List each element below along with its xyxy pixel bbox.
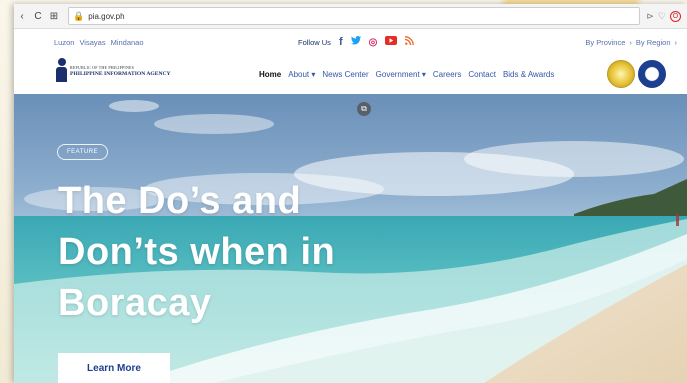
headline-line-1: The Do’s and [58, 180, 302, 222]
pia-logo-figure [56, 58, 67, 82]
learn-more-button[interactable]: Learn More [58, 353, 170, 383]
main-navigation: Home About ▾ News Center Government ▾ Ca… [259, 70, 554, 79]
chevron-right-icon: › [629, 38, 632, 47]
government-seal-icon[interactable] [638, 60, 666, 88]
site-header: REPUBLIC OF THE PHILIPPINES PHILIPPINE I… [14, 52, 687, 94]
by-province-link[interactable]: By Province [585, 38, 625, 47]
philippine-seal-icon[interactable] [607, 60, 635, 88]
browser-window: ‹ C ⊞ 🔒 pia.gov.ph ⊳ ♡ O Luzon Visayas M… [14, 4, 687, 383]
gallery-icon[interactable]: ⧉ [357, 102, 371, 116]
region-link-visayas[interactable]: Visayas [79, 38, 105, 47]
address-bar[interactable]: 🔒 pia.gov.ph [68, 7, 641, 25]
lock-icon: 🔒 [73, 10, 85, 21]
back-arrow-icon[interactable]: ‹ [14, 11, 30, 22]
headline-line-2: Don’ts when in [58, 231, 336, 273]
rss-icon[interactable] [405, 36, 415, 48]
logo-main-text: PHILIPPINE INFORMATION AGENCY [70, 71, 171, 77]
follow-us-group: Follow Us f ◎ [298, 36, 415, 48]
feature-tag[interactable]: FEATURE [57, 144, 109, 160]
pia-logo[interactable]: REPUBLIC OF THE PHILIPPINES PHILIPPINE I… [56, 58, 196, 84]
follow-us-label: Follow Us [298, 37, 331, 47]
chevron-right-icon: › [674, 38, 678, 47]
apps-grid-icon[interactable]: ⊞ [46, 11, 62, 22]
instagram-icon[interactable]: ◎ [369, 37, 378, 48]
nav-about[interactable]: About ▾ [288, 70, 315, 79]
headline-line-3: Boracay [58, 282, 212, 324]
bookmark-heart-icon[interactable]: ♡ [658, 11, 666, 22]
logo-small-text: REPUBLIC OF THE PHILIPPINES [70, 65, 135, 70]
hero-banner: ⧉ FEATURE The Do’s and Don’ts when in Bo… [14, 94, 687, 383]
facebook-icon[interactable]: f [339, 36, 343, 48]
region-link-luzon[interactable]: Luzon [54, 38, 74, 47]
browser-toolbar: ‹ C ⊞ 🔒 pia.gov.ph ⊳ ♡ O [14, 4, 687, 29]
nav-government[interactable]: Government ▾ [376, 70, 426, 79]
address-url: pia.gov.ph [88, 11, 125, 21]
by-region-link[interactable]: By Region [636, 38, 671, 47]
nav-careers[interactable]: Careers [433, 70, 461, 79]
browser-extensions: ⊳ ♡ O [646, 10, 681, 22]
youtube-icon[interactable] [385, 36, 398, 48]
nav-news-center[interactable]: News Center [322, 70, 368, 79]
location-filters: By Province › By Region › [585, 38, 677, 47]
region-link-mindanao[interactable]: Mindanao [111, 38, 144, 47]
region-links: Luzon Visayas Mindanao [54, 38, 144, 47]
refresh-icon[interactable]: C [30, 11, 46, 22]
hero-headline[interactable]: The Do’s and Don’ts when in Boracay [58, 176, 388, 329]
twitter-icon[interactable] [350, 36, 361, 48]
opera-icon[interactable]: O [670, 10, 681, 22]
utility-bar: Luzon Visayas Mindanao Follow Us f ◎ By … [14, 34, 687, 52]
extension-icon[interactable]: ⊳ [646, 11, 654, 22]
nav-bids-awards[interactable]: Bids & Awards [503, 70, 554, 79]
nav-contact[interactable]: Contact [468, 70, 496, 79]
nav-home[interactable]: Home [259, 70, 281, 79]
